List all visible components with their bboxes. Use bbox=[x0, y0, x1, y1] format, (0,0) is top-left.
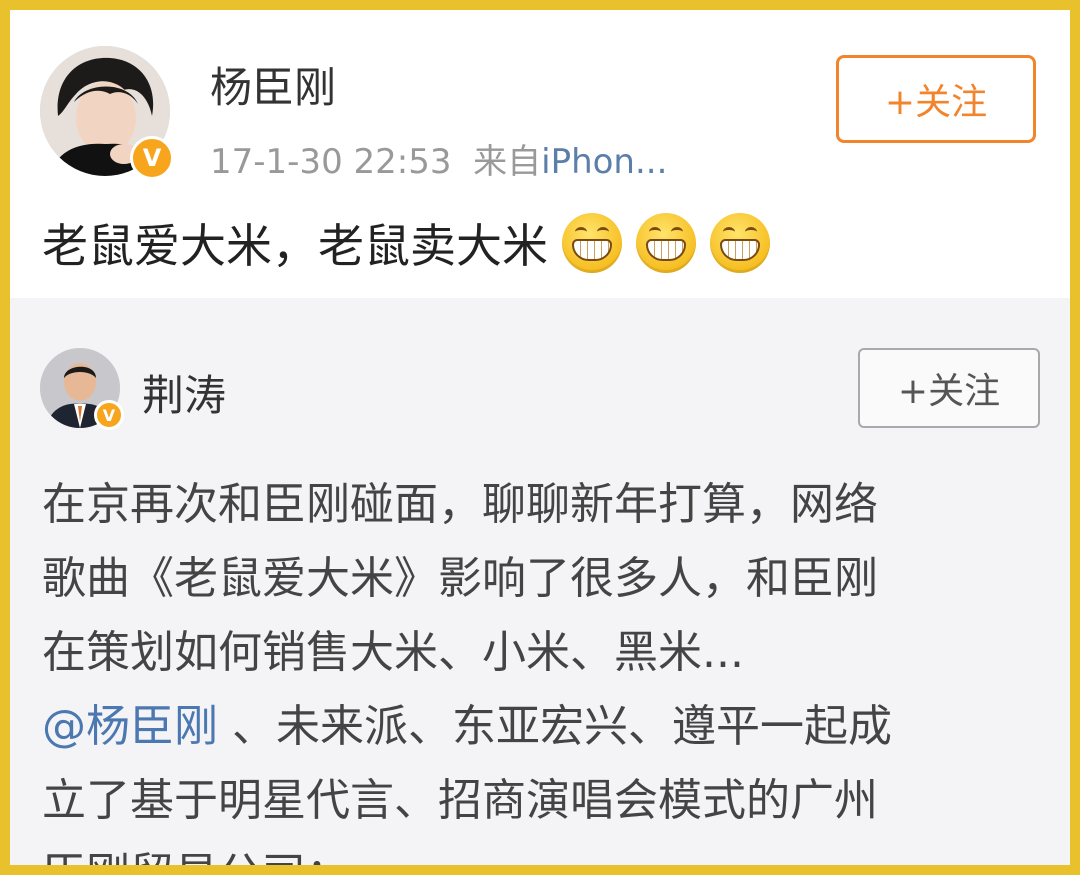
quote-line: 在京再次和臣刚碰面，聊聊新年打算，网络 bbox=[42, 479, 878, 530]
verified-badge-icon: V bbox=[94, 400, 124, 430]
post-source[interactable]: iPhon... bbox=[541, 142, 667, 182]
grin-emoji-icon bbox=[710, 213, 770, 273]
source-prefix: 来自 bbox=[473, 142, 542, 182]
grin-emoji-icon bbox=[562, 213, 622, 273]
quoted-post[interactable]: V 荆涛 +关注 在京再次和臣刚碰面，聊聊新年打算，网络 歌曲《老鼠爱大米》影响… bbox=[10, 298, 1070, 865]
quote-line: 臣刚贸易公司； bbox=[42, 838, 1042, 865]
quote-body: 在京再次和臣刚碰面，聊聊新年打算，网络 歌曲《老鼠爱大米》影响了很多人，和臣刚 … bbox=[42, 468, 1042, 865]
post-meta: 17-1-30 22:53 来自iPhon... bbox=[210, 134, 667, 183]
post-time: 17-1-30 22:53 bbox=[210, 142, 452, 182]
mention-rest: 、未来派、东亚宏兴、遵平一起成 bbox=[218, 701, 892, 752]
post-text: 老鼠爱大米，老鼠卖大米 bbox=[42, 210, 770, 276]
main-post: V 杨臣刚 17-1-30 22:53 来自iPhon... +关注 老鼠爱大米… bbox=[10, 10, 1070, 298]
quote-author-name[interactable]: 荆涛 bbox=[142, 362, 226, 423]
quote-line: 歌曲《老鼠爱大米》影响了很多人，和臣刚 bbox=[42, 553, 878, 604]
quote-line-mention: @杨臣刚 、未来派、东亚宏兴、遵平一起成 bbox=[42, 690, 1042, 764]
post-text-content: 老鼠爱大米，老鼠卖大米 bbox=[42, 219, 548, 273]
grin-emoji-icon bbox=[636, 213, 696, 273]
quote-line: 立了基于明星代言、招商演唱会模式的广州 bbox=[42, 775, 878, 826]
quote-follow-button[interactable]: +关注 bbox=[858, 348, 1040, 428]
quote-line: 在策划如何销售大米、小米、黑米... bbox=[42, 627, 744, 678]
verified-badge-icon: V bbox=[130, 136, 174, 180]
follow-button[interactable]: +关注 bbox=[836, 55, 1036, 143]
author-name[interactable]: 杨臣刚 bbox=[210, 54, 336, 115]
weibo-card: V 杨臣刚 17-1-30 22:53 来自iPhon... +关注 老鼠爱大米… bbox=[10, 10, 1070, 865]
mention-link[interactable]: @杨臣刚 bbox=[42, 701, 218, 752]
